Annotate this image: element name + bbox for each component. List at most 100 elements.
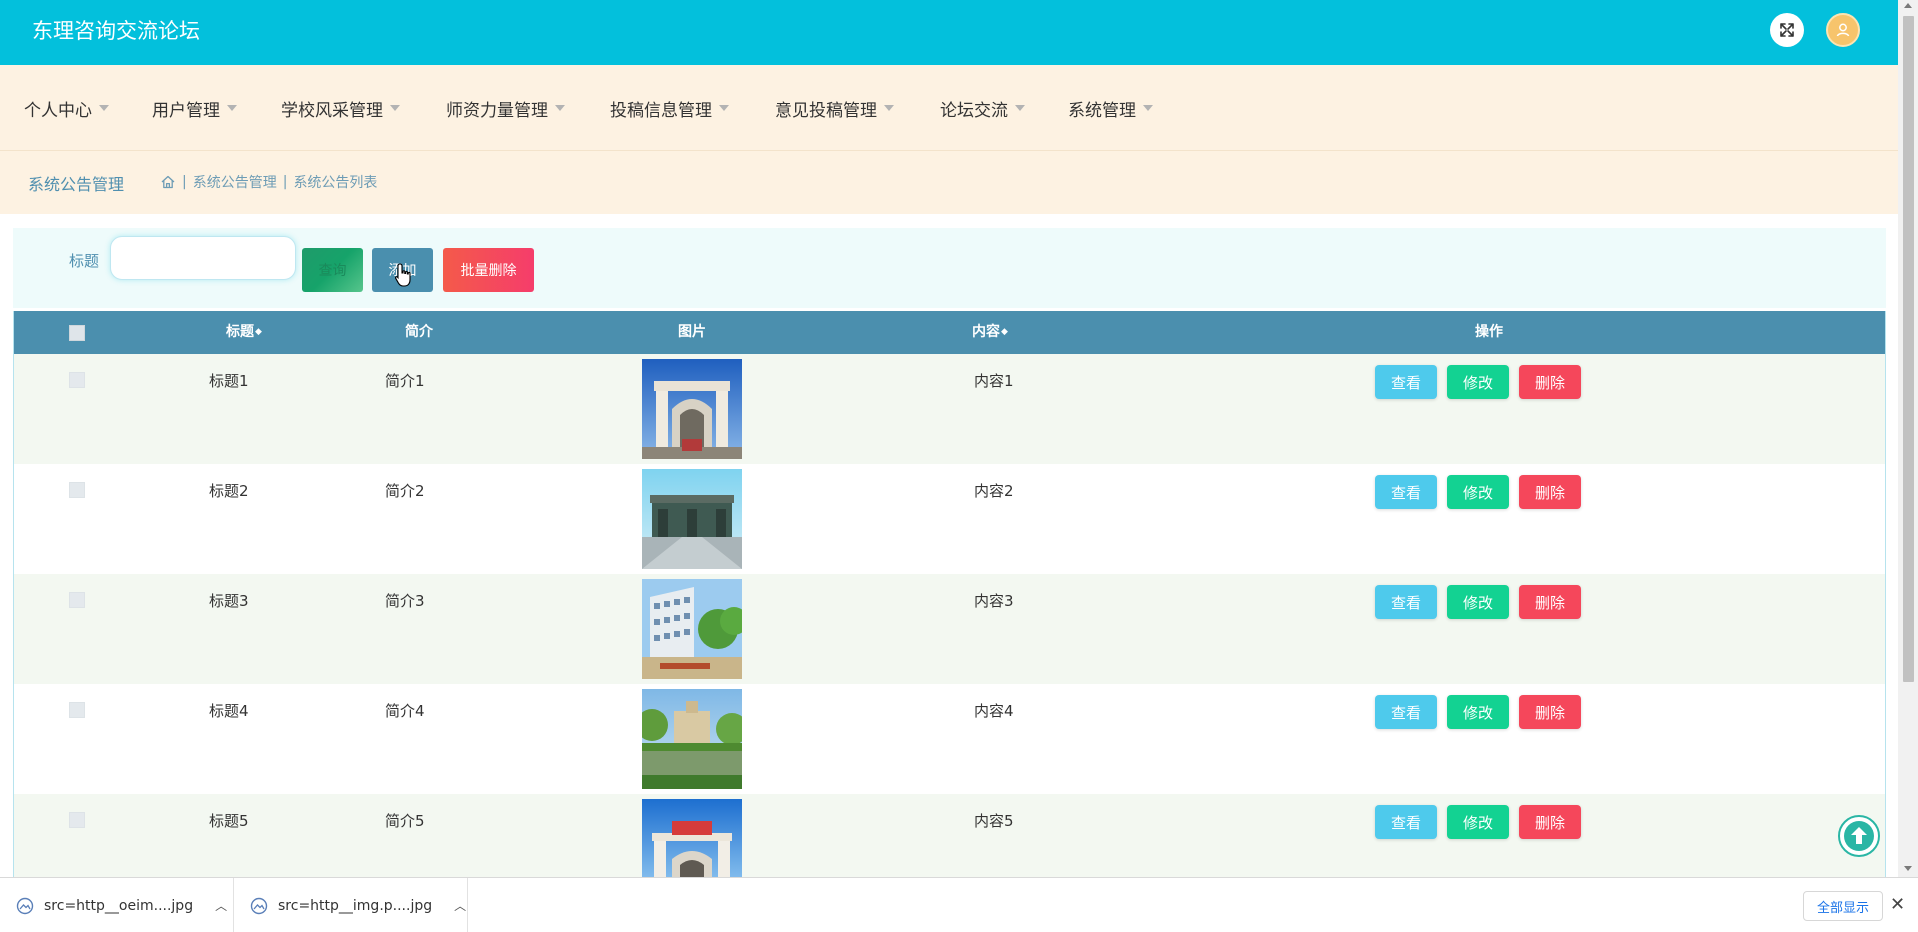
view-button[interactable]: 查看 xyxy=(1375,585,1437,619)
download-item[interactable]: src=http__oeim....jpg ︿ xyxy=(0,878,234,932)
row-checkbox[interactable] xyxy=(69,592,85,608)
view-button[interactable]: 查看 xyxy=(1375,475,1437,509)
cell-title: 标题3 xyxy=(209,592,249,610)
chevron-up-icon[interactable]: ︿ xyxy=(454,897,466,914)
sort-icon: ◆ xyxy=(1001,326,1008,337)
cell-intro: 简介3 xyxy=(385,592,425,610)
nav-item-label: 个人中心 xyxy=(24,100,92,121)
caret-down-icon xyxy=(227,105,237,111)
app-title: 东理咨询交流论坛 xyxy=(32,19,200,43)
user-avatar-button[interactable] xyxy=(1826,13,1860,47)
table-header: 标题◆ 简介 图片 内容◆ 操作 xyxy=(14,311,1885,354)
download-bar: src=http__oeim....jpg ︿ src=http__img.p.… xyxy=(0,877,1918,932)
breadcrumb-item: 系统公告列表 xyxy=(293,175,378,191)
thumbnail-image[interactable] xyxy=(642,579,742,679)
cell-intro: 简介2 xyxy=(385,482,425,500)
view-button[interactable]: 查看 xyxy=(1375,805,1437,839)
download-filename: src=http__img.p....jpg xyxy=(278,897,433,914)
add-button[interactable]: 添加 xyxy=(372,248,433,292)
nav-item-school-style[interactable]: 学校风采管理 xyxy=(281,95,400,121)
arrow-up-circle-icon xyxy=(1844,821,1874,851)
column-header-title[interactable]: 标题◆ xyxy=(209,311,279,354)
delete-button[interactable]: 删除 xyxy=(1519,805,1581,839)
back-to-top-button[interactable] xyxy=(1838,815,1880,857)
download-filename: src=http__oeim....jpg xyxy=(44,897,194,914)
thumbnail-image[interactable] xyxy=(642,799,742,877)
thumbnail-image[interactable] xyxy=(642,469,742,569)
thumbnail-image[interactable] xyxy=(642,359,742,459)
column-header-intro: 简介 xyxy=(384,311,454,354)
nav-item-submissions[interactable]: 投稿信息管理 xyxy=(610,95,729,121)
row-checkbox[interactable] xyxy=(69,702,85,718)
cell-intro: 简介5 xyxy=(385,812,425,830)
select-all-checkbox[interactable] xyxy=(69,325,85,341)
breadcrumb-item[interactable]: 系统公告管理 xyxy=(193,172,277,192)
cell-title: 标题2 xyxy=(209,482,249,500)
chevron-up-icon[interactable]: ︿ xyxy=(215,897,227,914)
cell-intro: 简介1 xyxy=(385,372,425,390)
campus-building-photo xyxy=(642,579,742,679)
page-title: 系统公告管理 xyxy=(28,175,125,194)
view-button[interactable]: 查看 xyxy=(1375,365,1437,399)
column-header-content[interactable]: 内容◆ xyxy=(955,311,1025,354)
top-header: 东理咨询交流论坛 xyxy=(0,0,1898,65)
edit-button[interactable]: 修改 xyxy=(1447,695,1509,729)
nav-item-label: 系统管理 xyxy=(1068,100,1136,121)
column-header-label: 简介 xyxy=(405,324,433,340)
close-icon[interactable]: ✕ xyxy=(1890,894,1905,916)
edit-button[interactable]: 修改 xyxy=(1447,585,1509,619)
school-gate-photo xyxy=(642,359,742,459)
delete-button[interactable]: 删除 xyxy=(1519,475,1581,509)
campus-entrance-photo xyxy=(642,469,742,569)
breadcrumb-bar: 系统公告管理 | 系统公告管理 | 系统公告列表 xyxy=(0,151,1898,214)
search-panel: 标题 查询 添加 批量删除 xyxy=(13,228,1886,308)
table-row: 标题4 简介4 内容4 查看 修改 删除 xyxy=(14,684,1885,794)
table-row: 标题2 简介2 内容2 查看 修改 删除 xyxy=(14,464,1885,574)
delete-button[interactable]: 删除 xyxy=(1519,695,1581,729)
cell-content: 内容2 xyxy=(974,482,1014,500)
caret-down-icon xyxy=(555,105,565,111)
scrollbar-thumb[interactable] xyxy=(1903,16,1914,682)
cell-content: 内容4 xyxy=(974,702,1014,720)
show-all-downloads-button[interactable]: 全部显示 xyxy=(1803,891,1883,921)
cell-title: 标题5 xyxy=(209,812,249,830)
main-nav: 个人中心 用户管理 学校风采管理 师资力量管理 投稿信息管理 意见投稿管理 论坛… xyxy=(0,65,1898,151)
nav-item-faculty[interactable]: 师资力量管理 xyxy=(446,95,565,121)
cell-title: 标题4 xyxy=(209,702,249,720)
sort-icon: ◆ xyxy=(255,326,262,337)
query-button[interactable]: 查询 xyxy=(302,248,363,292)
view-button[interactable]: 查看 xyxy=(1375,695,1437,729)
column-header-actions: 操作 xyxy=(1454,311,1524,354)
fullscreen-button[interactable] xyxy=(1770,13,1804,47)
nav-item-label: 学校风采管理 xyxy=(281,100,383,121)
edit-button[interactable]: 修改 xyxy=(1447,365,1509,399)
cell-intro: 简介4 xyxy=(385,702,425,720)
breadcrumb: | 系统公告管理 | 系统公告列表 xyxy=(160,172,377,192)
table-row: 标题1 简介1 内容1 查看 修改 删除 xyxy=(14,354,1885,464)
title-search-input[interactable] xyxy=(110,236,296,280)
row-checkbox[interactable] xyxy=(69,812,85,828)
home-icon[interactable] xyxy=(160,174,176,190)
row-checkbox[interactable] xyxy=(69,372,85,388)
title-search-label: 标题 xyxy=(69,252,100,270)
download-item[interactable]: src=http__img.p....jpg ︿ xyxy=(234,878,468,932)
edit-button[interactable]: 修改 xyxy=(1447,475,1509,509)
cell-content: 内容5 xyxy=(974,812,1014,830)
caret-down-icon xyxy=(390,105,400,111)
cell-content: 内容3 xyxy=(974,592,1014,610)
nav-item-forum[interactable]: 论坛交流 xyxy=(940,95,1025,121)
nav-item-user-management[interactable]: 用户管理 xyxy=(152,95,237,121)
nav-item-system[interactable]: 系统管理 xyxy=(1068,95,1153,121)
user-avatar-icon xyxy=(1836,23,1850,37)
row-checkbox[interactable] xyxy=(69,482,85,498)
nav-item-personal-center[interactable]: 个人中心 xyxy=(24,95,109,121)
scroll-down-arrow-icon[interactable] xyxy=(1904,866,1912,871)
scroll-up-arrow-icon[interactable] xyxy=(1904,3,1912,8)
delete-button[interactable]: 删除 xyxy=(1519,585,1581,619)
delete-button[interactable]: 删除 xyxy=(1519,365,1581,399)
caret-down-icon xyxy=(99,105,109,111)
edit-button[interactable]: 修改 xyxy=(1447,805,1509,839)
thumbnail-image[interactable] xyxy=(642,689,742,789)
nav-item-feedback[interactable]: 意见投稿管理 xyxy=(775,95,894,121)
batch-delete-button[interactable]: 批量删除 xyxy=(443,248,534,292)
